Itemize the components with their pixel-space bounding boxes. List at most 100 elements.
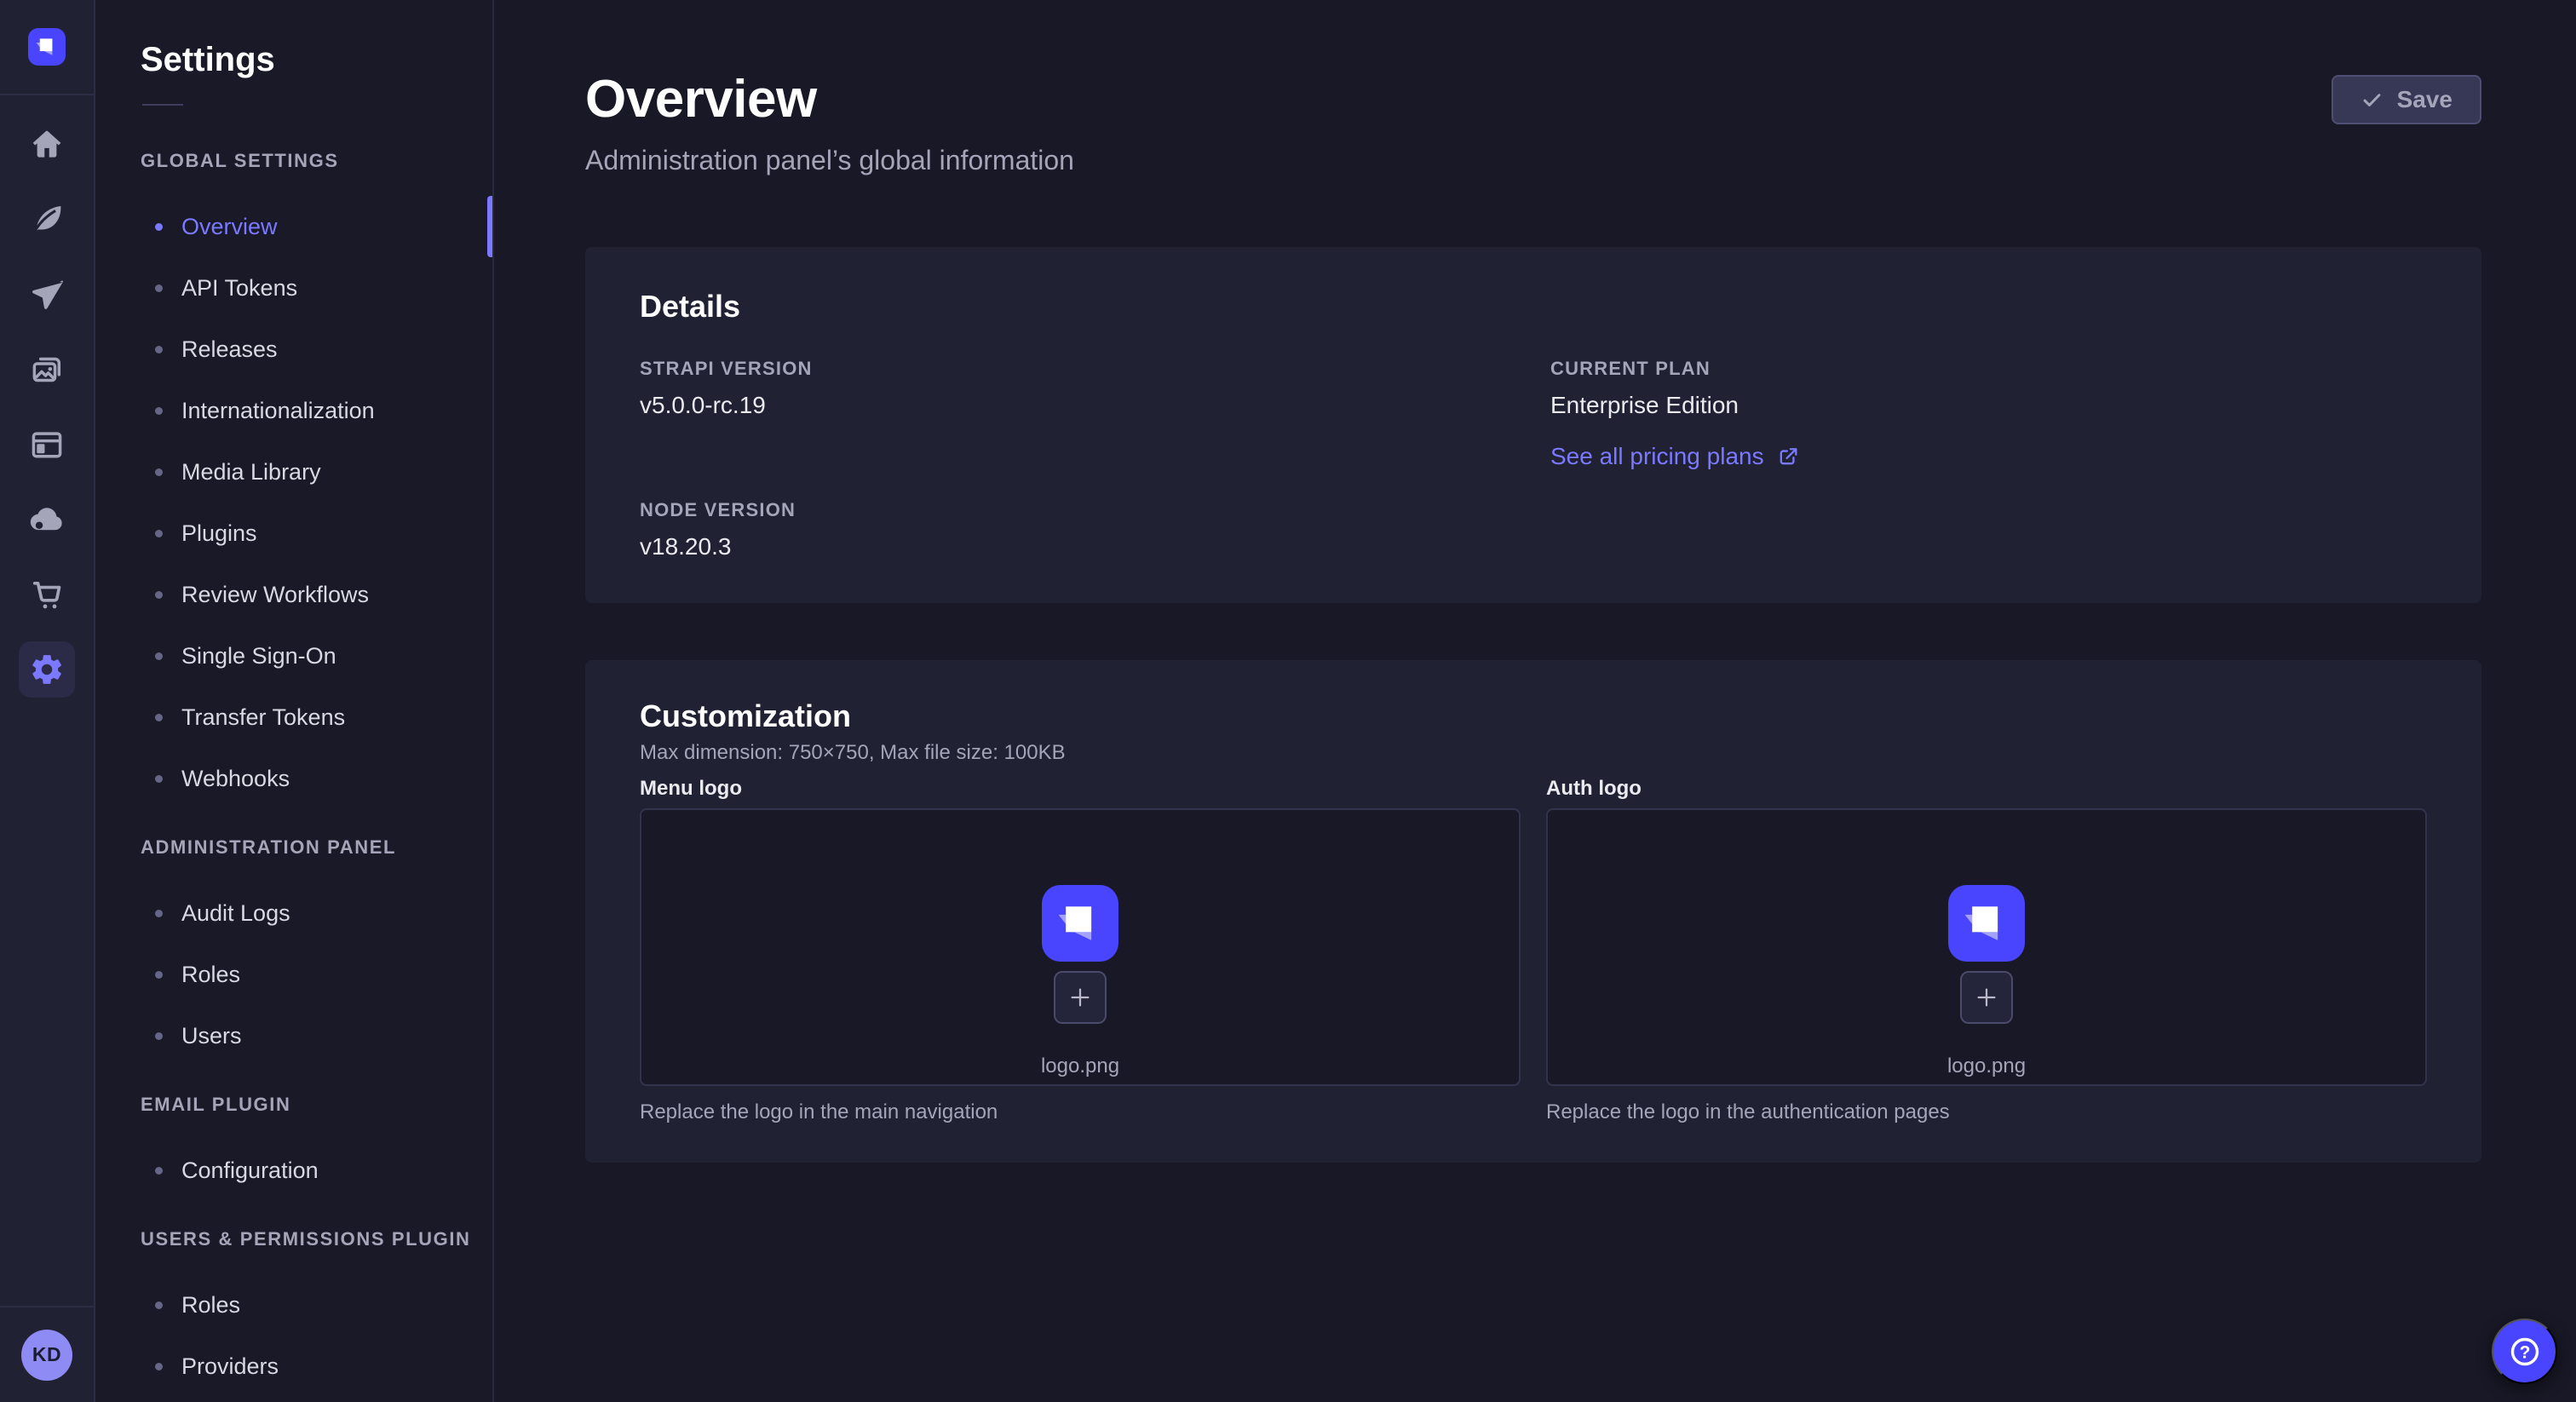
- paper-plane-icon[interactable]: [0, 257, 94, 332]
- sidebar-item-releases[interactable]: Releases: [95, 319, 492, 380]
- page-header: Overview Administration panel’s global i…: [585, 0, 2481, 177]
- sidebar-item-label: Single Sign-On: [181, 643, 336, 669]
- media-library-icon[interactable]: [0, 332, 94, 407]
- bullet-icon: [155, 407, 163, 415]
- section-header-email-plugin: Email Plugin: [141, 1094, 492, 1116]
- home-icon[interactable]: [0, 107, 94, 182]
- field-value: v5.0.0-rc.19: [640, 390, 1516, 421]
- customization-card: Customization Max dimension: 750×750, Ma…: [585, 660, 2481, 1163]
- sidebar-item-label: Transfer Tokens: [181, 704, 345, 731]
- field-node-version: Node version v18.20.3: [640, 499, 1516, 562]
- main-nav-rail: KD: [0, 0, 95, 1402]
- auth-logo-field: Auth logo logo.png Replace the logo in t…: [1546, 776, 2427, 1125]
- field-label: Node version: [640, 499, 1516, 521]
- bullet-icon: [155, 1301, 163, 1309]
- field-value: v18.20.3: [640, 531, 1516, 562]
- layout-icon[interactable]: [0, 407, 94, 482]
- field-label: Strapi version: [640, 358, 1516, 380]
- sidebar-item-label: Configuration: [181, 1158, 319, 1184]
- sidebar-item-overview[interactable]: Overview: [95, 196, 492, 257]
- workspace-logo-box: [0, 0, 94, 95]
- cloud-icon[interactable]: [0, 482, 94, 557]
- page-header-titles: Overview Administration panel’s global i…: [585, 0, 1074, 177]
- menu-logo-label: Menu logo: [640, 776, 1521, 802]
- strapi-logo-icon[interactable]: [28, 28, 66, 66]
- sidebar-item-label: Media Library: [181, 459, 321, 486]
- add-logo-button[interactable]: [1960, 971, 2013, 1024]
- settings-subnav: Settings Global Settings Overview API To…: [95, 0, 494, 1402]
- sidebar-item-api-tokens[interactable]: API Tokens: [95, 257, 492, 319]
- sidebar-item-single-sign-on[interactable]: Single Sign-On: [95, 625, 492, 687]
- logo-filename: logo.png: [1041, 1054, 1119, 1078]
- sidebar-item-plugins[interactable]: Plugins: [95, 503, 492, 564]
- bullet-icon: [155, 468, 163, 476]
- details-card: Details Strapi version v5.0.0-rc.19 Curr…: [585, 247, 2481, 603]
- cart-icon[interactable]: [0, 557, 94, 632]
- avatar[interactable]: KD: [21, 1330, 72, 1381]
- bullet-icon: [155, 971, 163, 979]
- bullet-icon: [155, 1363, 163, 1370]
- sidebar-item-email-configuration[interactable]: Configuration: [95, 1140, 492, 1201]
- settings-gear-icon: [19, 641, 75, 698]
- details-fields-grid: Strapi version v5.0.0-rc.19 Current plan…: [640, 358, 2427, 562]
- feather-icon[interactable]: [0, 182, 94, 257]
- auth-logo-caption: Replace the logo in the authentication p…: [1546, 1100, 2427, 1125]
- svg-text:?: ?: [2519, 1342, 2530, 1362]
- plus-icon: [1974, 985, 1999, 1010]
- circled-question-icon: ?: [2507, 1334, 2543, 1370]
- bullet-icon: [155, 223, 163, 231]
- auth-logo-dropzone[interactable]: logo.png: [1546, 808, 2427, 1086]
- section-header-users-permissions-plugin: Users & Permissions plugin: [141, 1228, 492, 1250]
- active-item-indicator: [487, 196, 492, 257]
- sidebar-item-media-library[interactable]: Media Library: [95, 441, 492, 503]
- page-title: Overview: [585, 72, 1074, 128]
- sidebar-item-up-providers[interactable]: Providers: [95, 1336, 492, 1397]
- help-button[interactable]: ?: [2492, 1319, 2557, 1384]
- page-subtitle: Administration panel’s global informatio…: [585, 143, 1074, 177]
- sidebar-item-webhooks[interactable]: Webhooks: [95, 748, 492, 809]
- sidebar-item-up-roles[interactable]: Roles: [95, 1274, 492, 1336]
- save-button-label: Save: [2397, 86, 2452, 113]
- sidebar-item-label: Internationalization: [181, 398, 375, 424]
- subnav-divider: [142, 104, 183, 106]
- external-link-icon: [1776, 445, 1800, 468]
- sidebar-item-transfer-tokens[interactable]: Transfer Tokens: [95, 687, 492, 748]
- subnav-title: Settings: [141, 43, 492, 77]
- add-logo-button[interactable]: [1054, 971, 1107, 1024]
- menu-logo-caption: Replace the logo in the main navigation: [640, 1100, 1521, 1125]
- details-card-title: Details: [640, 288, 2427, 325]
- bullet-icon: [155, 714, 163, 721]
- field-label: Current plan: [1550, 358, 2427, 380]
- save-button[interactable]: Save: [2332, 75, 2481, 124]
- customization-hint: Max dimension: 750×750, Max file size: 1…: [640, 740, 2427, 766]
- sidebar-item-label: Providers: [181, 1353, 279, 1380]
- nav-icon-list: [0, 107, 94, 707]
- bullet-icon: [155, 1167, 163, 1175]
- field-current-plan: Current plan Enterprise Edition See all …: [1550, 358, 2427, 472]
- logo-uploads-grid: Menu logo logo.png Replace the logo in t…: [640, 776, 2427, 1125]
- bullet-icon: [155, 591, 163, 599]
- logo-filename: logo.png: [1947, 1054, 2026, 1078]
- pricing-plans-link[interactable]: See all pricing plans: [1550, 441, 1800, 472]
- sidebar-item-label: Audit Logs: [181, 900, 290, 927]
- sidebar-item-label: Releases: [181, 336, 278, 363]
- bullet-icon: [155, 775, 163, 783]
- sidebar-item-admin-users[interactable]: Users: [95, 1005, 492, 1066]
- settings-nav-item[interactable]: [0, 632, 94, 707]
- bullet-icon: [155, 652, 163, 660]
- bullet-icon: [155, 910, 163, 917]
- avatar-section: KD: [0, 1306, 94, 1402]
- main-content: Overview Administration panel’s global i…: [494, 0, 2576, 1163]
- sidebar-item-label: Overview: [181, 214, 278, 240]
- sidebar-item-audit-logs[interactable]: Audit Logs: [95, 882, 492, 944]
- menu-logo-dropzone[interactable]: logo.png: [640, 808, 1521, 1086]
- pricing-link-label: See all pricing plans: [1550, 441, 1764, 472]
- sidebar-item-label: Users: [181, 1023, 242, 1049]
- sidebar-item-label: Webhooks: [181, 766, 290, 792]
- section-header-administration-panel: Administration Panel: [141, 836, 492, 859]
- sidebar-item-admin-roles[interactable]: Roles: [95, 944, 492, 1005]
- sidebar-item-review-workflows[interactable]: Review Workflows: [95, 564, 492, 625]
- bullet-icon: [155, 1032, 163, 1040]
- sidebar-item-label: Roles: [181, 1292, 240, 1319]
- sidebar-item-internationalization[interactable]: Internationalization: [95, 380, 492, 441]
